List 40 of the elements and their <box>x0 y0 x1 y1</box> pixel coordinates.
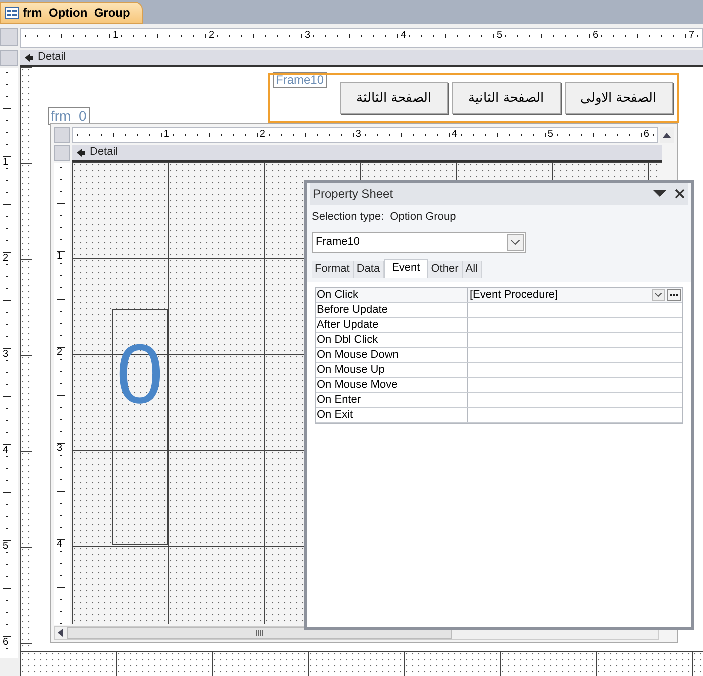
ruler-number: 2 <box>3 254 9 264</box>
ruler-number: 6 <box>644 128 650 142</box>
selection-type-label: Selection type: <box>312 210 384 225</box>
ruler-number: 3 <box>305 29 311 43</box>
ruler-number: 5 <box>3 542 9 552</box>
property-name: After Update <box>316 318 468 332</box>
ruler-number: 4 <box>401 29 407 43</box>
property-name: On Enter <box>316 392 468 406</box>
property-name: On Dbl Click <box>316 332 468 346</box>
ruler-number: 3 <box>3 350 9 360</box>
tab-title: frm_Option_Group <box>23 5 130 22</box>
ruler-number: 3 <box>356 128 362 142</box>
property-name: On Click <box>316 288 468 302</box>
bound-value: 0 <box>116 332 164 416</box>
ruler-number: 5 <box>548 128 554 142</box>
ruler-number: 2 <box>260 128 266 142</box>
property-name: Before Update <box>316 302 468 316</box>
panel-title: Property Sheet <box>313 186 394 203</box>
ruler-number: 4 <box>3 446 9 456</box>
ruler-number: 6 <box>593 29 599 43</box>
ruler-number: 1 <box>57 252 63 262</box>
ruler-number: 4 <box>57 540 63 550</box>
ruler-number: 5 <box>497 29 503 43</box>
property-name: On Mouse Down <box>316 348 468 362</box>
ruler-number: 1 <box>113 29 119 43</box>
ruler-number: 2 <box>57 348 63 358</box>
section-label: Detail <box>38 50 66 66</box>
property-name: On Mouse Move <box>316 378 468 392</box>
property-name: On Mouse Up <box>316 362 468 376</box>
ruler-number: 3 <box>57 444 63 454</box>
selection-type-value: Option Group <box>390 210 456 225</box>
section-label: Detail <box>90 145 118 160</box>
property-name: On Exit <box>316 408 468 422</box>
ruler-number: 6 <box>3 638 9 648</box>
ruler-number: 4 <box>452 128 458 142</box>
ruler-number: 1 <box>164 128 170 142</box>
ruler-number: 1 <box>3 158 9 168</box>
property-value: [Event Procedure] <box>470 288 560 302</box>
ruler-number: 2 <box>209 29 215 43</box>
ruler-number: 7 <box>689 29 695 43</box>
